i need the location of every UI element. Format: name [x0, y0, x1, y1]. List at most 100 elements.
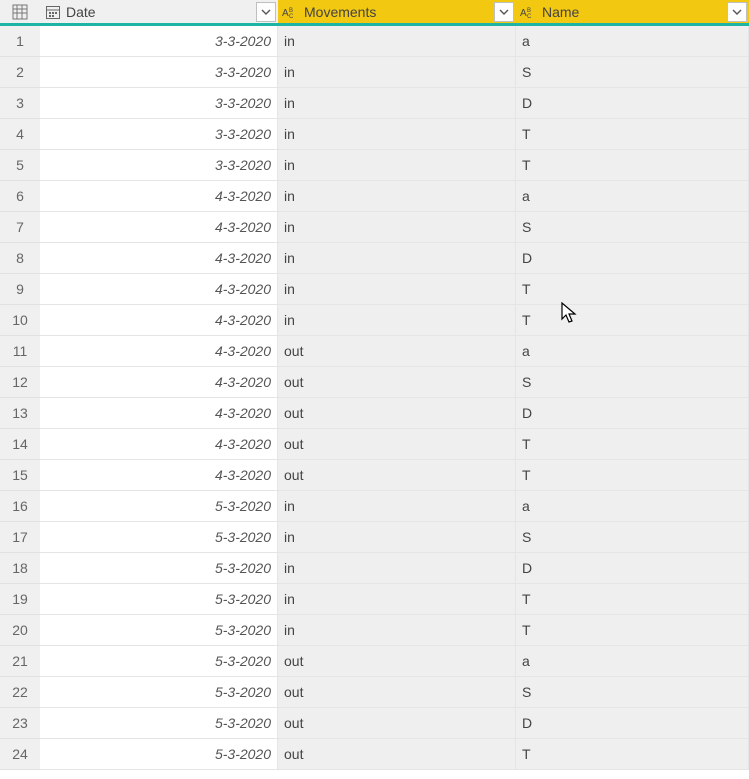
row-number[interactable]: 23 — [0, 708, 40, 739]
row-number[interactable]: 4 — [0, 119, 40, 150]
cell-name[interactable]: a — [516, 491, 749, 522]
cell-name[interactable]: T — [516, 150, 749, 181]
table-corner-menu[interactable] — [0, 0, 40, 26]
cell-date[interactable]: 5-3-2020 — [40, 739, 278, 770]
cell-date[interactable]: 3-3-2020 — [40, 26, 278, 57]
row-number[interactable]: 24 — [0, 739, 40, 770]
cell-name[interactable]: S — [516, 677, 749, 708]
row-number[interactable]: 2 — [0, 57, 40, 88]
column-header-movements[interactable]: A B C Movements — [278, 0, 516, 26]
cell-date[interactable]: 5-3-2020 — [40, 615, 278, 646]
row-number[interactable]: 17 — [0, 522, 40, 553]
cell-name[interactable]: T — [516, 305, 749, 336]
cell-date[interactable]: 4-3-2020 — [40, 243, 278, 274]
cell-name[interactable]: T — [516, 615, 749, 646]
row-number[interactable]: 14 — [0, 429, 40, 460]
cell-name[interactable]: S — [516, 367, 749, 398]
cell-movements[interactable]: out — [278, 460, 516, 491]
cell-movements[interactable]: out — [278, 677, 516, 708]
cell-name[interactable]: a — [516, 336, 749, 367]
row-number[interactable]: 15 — [0, 460, 40, 491]
cell-name[interactable]: D — [516, 708, 749, 739]
row-number[interactable]: 5 — [0, 150, 40, 181]
cell-movements[interactable]: out — [278, 646, 516, 677]
cell-date[interactable]: 3-3-2020 — [40, 119, 278, 150]
cell-movements[interactable]: out — [278, 336, 516, 367]
cell-movements[interactable]: in — [278, 522, 516, 553]
cell-movements[interactable]: in — [278, 26, 516, 57]
cell-date[interactable]: 3-3-2020 — [40, 88, 278, 119]
cell-date[interactable]: 4-3-2020 — [40, 460, 278, 491]
cell-name[interactable]: S — [516, 57, 749, 88]
row-number[interactable]: 1 — [0, 26, 40, 57]
cell-date[interactable]: 3-3-2020 — [40, 150, 278, 181]
cell-name[interactable]: a — [516, 646, 749, 677]
column-header-name[interactable]: A B C Name — [516, 0, 749, 26]
cell-movements[interactable]: out — [278, 708, 516, 739]
cell-movements[interactable]: out — [278, 429, 516, 460]
row-number[interactable]: 21 — [0, 646, 40, 677]
cell-date[interactable]: 4-3-2020 — [40, 181, 278, 212]
cell-date[interactable]: 4-3-2020 — [40, 367, 278, 398]
cell-date[interactable]: 5-3-2020 — [40, 708, 278, 739]
cell-movements[interactable]: in — [278, 150, 516, 181]
cell-movements[interactable]: out — [278, 739, 516, 770]
row-number[interactable]: 16 — [0, 491, 40, 522]
row-number[interactable]: 8 — [0, 243, 40, 274]
column-filter-button[interactable] — [494, 2, 514, 22]
cell-name[interactable]: T — [516, 739, 749, 770]
cell-date[interactable]: 4-3-2020 — [40, 429, 278, 460]
row-number[interactable]: 7 — [0, 212, 40, 243]
cell-date[interactable]: 5-3-2020 — [40, 677, 278, 708]
cell-movements[interactable]: in — [278, 615, 516, 646]
cell-movements[interactable]: in — [278, 181, 516, 212]
cell-date[interactable]: 3-3-2020 — [40, 57, 278, 88]
column-filter-button[interactable] — [256, 2, 276, 22]
row-number[interactable]: 18 — [0, 553, 40, 584]
row-number[interactable]: 10 — [0, 305, 40, 336]
cell-movements[interactable]: in — [278, 119, 516, 150]
cell-movements[interactable]: in — [278, 305, 516, 336]
cell-name[interactable]: S — [516, 212, 749, 243]
cell-date[interactable]: 5-3-2020 — [40, 646, 278, 677]
cell-movements[interactable]: in — [278, 212, 516, 243]
cell-movements[interactable]: in — [278, 491, 516, 522]
row-number[interactable]: 11 — [0, 336, 40, 367]
column-header-date[interactable]: Date — [40, 0, 278, 26]
column-filter-button[interactable] — [727, 2, 747, 22]
cell-movements[interactable]: out — [278, 398, 516, 429]
cell-name[interactable]: a — [516, 181, 749, 212]
cell-date[interactable]: 4-3-2020 — [40, 274, 278, 305]
cell-date[interactable]: 5-3-2020 — [40, 522, 278, 553]
row-number[interactable]: 6 — [0, 181, 40, 212]
row-number[interactable]: 13 — [0, 398, 40, 429]
cell-name[interactable]: T — [516, 460, 749, 491]
cell-name[interactable]: D — [516, 553, 749, 584]
cell-name[interactable]: T — [516, 274, 749, 305]
row-number[interactable]: 12 — [0, 367, 40, 398]
cell-name[interactable]: T — [516, 429, 749, 460]
cell-movements[interactable]: in — [278, 274, 516, 305]
cell-name[interactable]: D — [516, 88, 749, 119]
cell-movements[interactable]: out — [278, 367, 516, 398]
row-number[interactable]: 22 — [0, 677, 40, 708]
cell-movements[interactable]: in — [278, 553, 516, 584]
cell-name[interactable]: D — [516, 243, 749, 274]
cell-name[interactable]: T — [516, 584, 749, 615]
cell-movements[interactable]: in — [278, 57, 516, 88]
cell-movements[interactable]: in — [278, 243, 516, 274]
cell-date[interactable]: 4-3-2020 — [40, 305, 278, 336]
row-number[interactable]: 3 — [0, 88, 40, 119]
cell-name[interactable]: a — [516, 26, 749, 57]
cell-date[interactable]: 5-3-2020 — [40, 491, 278, 522]
cell-date[interactable]: 5-3-2020 — [40, 584, 278, 615]
cell-name[interactable]: D — [516, 398, 749, 429]
cell-date[interactable]: 5-3-2020 — [40, 553, 278, 584]
cell-date[interactable]: 4-3-2020 — [40, 336, 278, 367]
row-number[interactable]: 20 — [0, 615, 40, 646]
row-number[interactable]: 19 — [0, 584, 40, 615]
cell-date[interactable]: 4-3-2020 — [40, 212, 278, 243]
row-number[interactable]: 9 — [0, 274, 40, 305]
cell-movements[interactable]: in — [278, 584, 516, 615]
cell-date[interactable]: 4-3-2020 — [40, 398, 278, 429]
